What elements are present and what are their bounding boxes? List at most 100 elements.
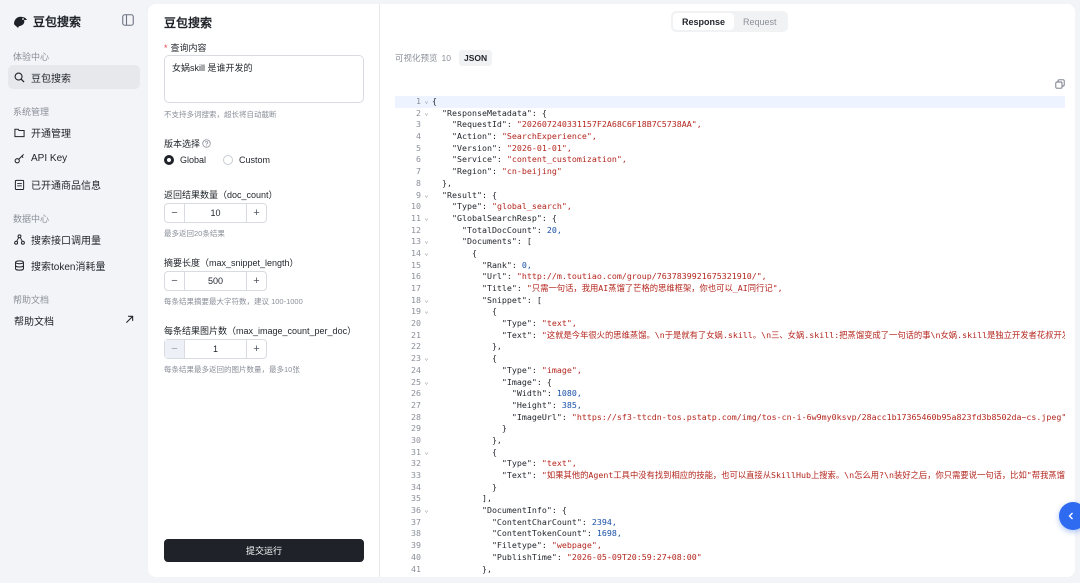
section-title-experience: 体验中心 xyxy=(13,52,50,62)
code-text: }, xyxy=(432,563,492,574)
doc-count-hint: 最多返回20条结果 xyxy=(164,229,225,238)
fold-chevron-icon[interactable]: ⌄ xyxy=(421,108,432,120)
image-count-value[interactable]: 1 xyxy=(185,340,246,358)
code-line: 15 "Rank": 0, xyxy=(395,260,1065,272)
fold-chevron-icon[interactable]: ⌄ xyxy=(421,96,432,108)
code-text: "ResponseMetadata": { xyxy=(432,107,547,118)
line-number: 18 xyxy=(411,294,421,305)
line-number: 23 xyxy=(411,353,421,364)
snippet-decrement-button[interactable]: − xyxy=(165,272,185,290)
sidebar-item-token-usage[interactable]: 搜索token消耗量 xyxy=(8,253,140,277)
code-text: "Image": { xyxy=(432,376,552,387)
code-line: 28 "ImageUrl": "https://sf3-ttcdn-tos.ps… xyxy=(395,412,1065,424)
version-radio-global[interactable]: Global xyxy=(164,155,206,165)
sidebar-item-call-volume[interactable]: 搜索接口调用量 xyxy=(8,227,140,251)
database-icon xyxy=(15,259,24,271)
tab-request[interactable]: Request xyxy=(734,13,786,30)
fold-chevron-icon[interactable]: ⌄ xyxy=(421,236,432,248)
sidebar-item-doubao-search[interactable]: 豆包搜索 xyxy=(8,65,140,89)
tab-json[interactable]: JSON xyxy=(458,50,493,66)
sidebar-item-api-key[interactable]: API Key xyxy=(8,146,140,170)
code-line: 11 ⌄ "GlobalSearchResp": { xyxy=(395,213,1065,225)
code-text: "Type": "text", xyxy=(432,458,577,469)
sidebar-item-label: 豆包搜索 xyxy=(31,73,71,85)
section-title-help: 帮助文档 xyxy=(13,295,50,305)
code-line: 7 "Region": "cn-beijing" xyxy=(395,166,1065,178)
fold-chevron-icon[interactable]: ⌄ xyxy=(421,306,432,318)
code-text: { xyxy=(432,446,497,457)
version-label: 版本选择 xyxy=(164,137,211,150)
sidebar-item-activation[interactable]: 开通管理 xyxy=(8,120,140,144)
brand[interactable]: 豆包搜索 xyxy=(12,11,81,31)
sidebar-item-help-docs[interactable]: 帮助文档 xyxy=(8,308,140,332)
doc-count-decrement-button[interactable]: − xyxy=(165,204,185,222)
question-circle-icon[interactable] xyxy=(202,139,211,148)
code-line: 12 "TotalDocCount": 20, xyxy=(395,225,1065,237)
code-text: } xyxy=(432,423,507,434)
fold-chevron-icon[interactable]: ⌄ xyxy=(421,295,432,307)
code-line: 39 "Filetype": "webpage", xyxy=(395,540,1065,552)
collapse-panel-button[interactable] xyxy=(1059,502,1080,530)
image-count-label: 每条结果图片数（max_image_count_per_doc） xyxy=(164,326,357,336)
doc-count-value[interactable]: 10 xyxy=(185,204,246,222)
code-line: 4 "Action": "SearchExperience", xyxy=(395,131,1065,143)
line-number: 31 xyxy=(411,446,421,457)
brand-name: 豆包搜索 xyxy=(33,14,82,29)
copy-icon[interactable] xyxy=(1055,79,1065,89)
code-line: 31 ⌄ { xyxy=(395,447,1065,459)
fold-chevron-icon[interactable]: ⌄ xyxy=(421,377,432,389)
fold-chevron-icon[interactable]: ⌄ xyxy=(421,447,432,459)
sidebar-item-products[interactable]: 已开通商品信息 xyxy=(8,172,140,196)
line-number: 1 xyxy=(416,96,421,106)
fold-chevron-icon[interactable]: ⌄ xyxy=(421,353,432,365)
line-number: 39 xyxy=(411,540,421,551)
version-radio-custom[interactable]: Custom xyxy=(223,155,270,165)
query-input[interactable]: 女娲skill 是谁开发的 xyxy=(164,55,364,103)
code-text: "Title": "只需一句话，我用AI蒸馏了芒格的思维框架，你也可以_AI同行… xyxy=(432,283,783,293)
fold-chevron-icon[interactable]: ⌄ xyxy=(421,248,432,260)
section-title-data: 数据中心 xyxy=(13,214,50,224)
fold-chevron-icon[interactable]: ⌄ xyxy=(421,505,432,517)
panel-title: 豆包搜索 xyxy=(164,16,213,30)
code-line: 35 ], xyxy=(395,493,1065,505)
snippet-length-value[interactable]: 500 xyxy=(185,272,246,290)
submit-run-button[interactable]: 提交运行 xyxy=(164,539,364,562)
sidebar-collapse-icon[interactable] xyxy=(122,14,134,26)
code-text: "Service": "content_customization", xyxy=(432,154,627,165)
line-number: 35 xyxy=(411,493,421,504)
code-line: 20 "Type": "text", xyxy=(395,318,1065,330)
search-form-panel: 豆包搜索 * 查询内容 女娲skill 是谁开发的 不支持多词搜索，超长将自动截断… xyxy=(148,4,380,577)
visual-preview-count: 10 xyxy=(441,53,451,63)
line-number: 32 xyxy=(411,458,421,469)
image-count-decrement-button[interactable]: − xyxy=(165,340,185,358)
code-line: 24 "Type": "image", xyxy=(395,365,1065,377)
code-text: }, xyxy=(432,177,452,188)
code-text: "Documents": [ xyxy=(432,236,532,247)
code-line: 41 }, xyxy=(395,564,1065,576)
fold-chevron-icon[interactable]: ⌄ xyxy=(421,190,432,202)
line-number: 10 xyxy=(411,201,421,212)
line-number: 21 xyxy=(411,329,421,340)
tab-response[interactable]: Response xyxy=(673,13,735,30)
line-number: 12 xyxy=(411,224,421,235)
code-text: "Type": "image", xyxy=(432,364,582,375)
json-code-viewer[interactable]: 1 ⌄{2 ⌄ "ResponseMetadata": {3 "RequestId"… xyxy=(395,96,1065,577)
radio-label: Custom xyxy=(239,155,271,165)
code-line: 19 ⌄ { xyxy=(395,306,1065,318)
tab-visual-preview[interactable]: 可视化预览 xyxy=(395,52,438,64)
image-count-increment-button[interactable]: + xyxy=(246,340,266,358)
line-number: 19 xyxy=(411,306,421,317)
fold-chevron-icon[interactable]: ⌄ xyxy=(421,213,432,225)
doc-count-increment-button[interactable]: + xyxy=(246,204,266,222)
snippet-increment-button[interactable]: + xyxy=(246,272,266,290)
line-number: 2 xyxy=(416,107,421,118)
code-text: { xyxy=(432,247,477,258)
code-text: "Height": 385, xyxy=(432,399,582,410)
sidebar-item-label: API Key xyxy=(31,152,68,164)
